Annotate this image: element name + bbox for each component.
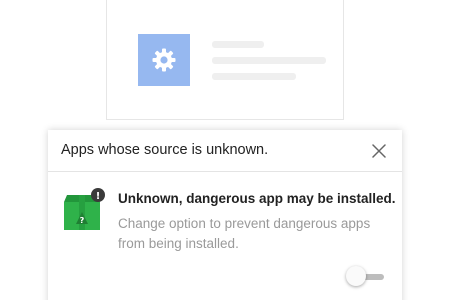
package-question-mark: ? — [80, 216, 85, 225]
block-unknown-apps-toggle[interactable] — [346, 266, 386, 288]
screen: Apps whose source is unknown. ? ! Unknow… — [0, 0, 450, 300]
settings-preview-card — [106, 0, 344, 120]
dialog-header: Apps whose source is unknown. — [48, 130, 402, 172]
placeholder-line — [212, 41, 264, 48]
warning-badge: ! — [96, 191, 101, 202]
placeholder-line — [212, 73, 296, 80]
placeholder-line — [212, 57, 326, 64]
gear-icon — [152, 48, 176, 72]
close-icon — [372, 144, 386, 158]
unknown-app-package-icon: ? ! — [62, 188, 106, 232]
warning-title: Unknown, dangerous app may be installed. — [118, 191, 396, 206]
dialog-title: Apps whose source is unknown. — [61, 142, 269, 158]
close-button[interactable] — [370, 142, 388, 160]
warning-description: Change option to prevent dangerous apps … — [118, 216, 371, 251]
toggle-knob — [346, 266, 366, 286]
settings-icon-tile — [138, 34, 190, 86]
unknown-sources-dialog: Apps whose source is unknown. ? ! Unknow… — [48, 130, 402, 300]
